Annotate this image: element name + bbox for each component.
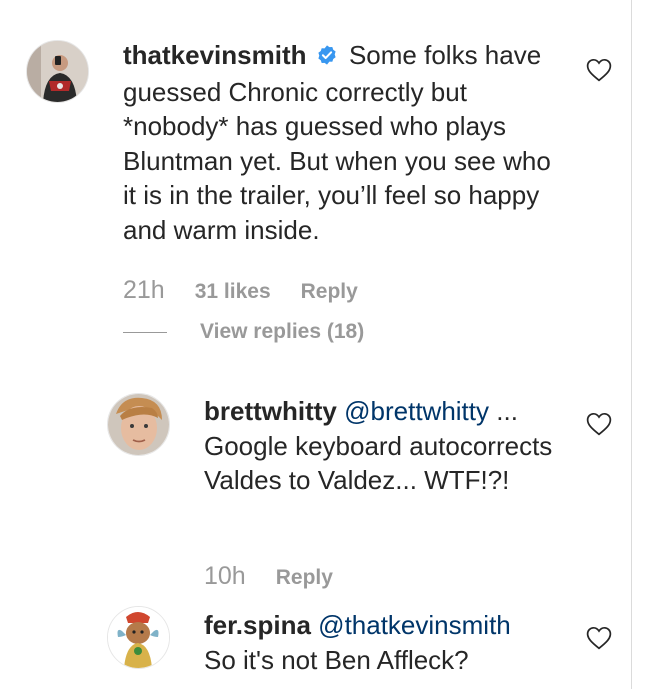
comment-body: fer.spina @thatkevinsmith So it's not Be… <box>204 608 564 677</box>
avatar-brettwhitty-image <box>108 394 169 455</box>
avatar[interactable] <box>26 40 89 103</box>
mention-link[interactable]: @thatkevinsmith <box>318 610 511 640</box>
avatar-thatkevinsmith-image <box>27 41 88 102</box>
reply-button[interactable]: Reply <box>276 566 333 590</box>
comment-meta: 21h 31 likes Reply <box>123 276 358 305</box>
username[interactable]: thatkevinsmith <box>123 40 307 70</box>
comment-body: brettwhitty @brettwhitty ... Google keyb… <box>204 394 564 498</box>
like-heart-icon[interactable] <box>586 626 612 650</box>
view-replies-label[interactable]: View replies (18) <box>200 320 364 344</box>
comment-body: thatkevinsmith Some folks have guessed C… <box>123 38 563 247</box>
avatar[interactable] <box>107 393 170 456</box>
timestamp[interactable]: 21h <box>123 276 165 305</box>
timestamp[interactable]: 10h <box>204 562 246 591</box>
like-heart-icon[interactable] <box>586 412 612 436</box>
avatar[interactable] <box>107 606 170 669</box>
mention-link[interactable]: @brettwhitty <box>344 396 489 426</box>
username[interactable]: brettwhitty <box>204 396 337 426</box>
avatar-fer-spina-image <box>108 607 169 668</box>
like-heart-icon[interactable] <box>586 58 612 82</box>
panel-border <box>631 0 632 689</box>
comment-text: So it's not Ben Affleck? <box>204 644 469 675</box>
likes-count[interactable]: 31 likes <box>195 280 271 304</box>
view-replies-button[interactable]: View replies (18) <box>123 320 364 344</box>
reply-button[interactable]: Reply <box>301 280 358 304</box>
username[interactable]: fer.spina <box>204 610 311 640</box>
verified-badge-icon <box>316 40 338 75</box>
view-replies-divider <box>123 331 167 333</box>
comment-meta: 10h Reply <box>204 562 333 591</box>
